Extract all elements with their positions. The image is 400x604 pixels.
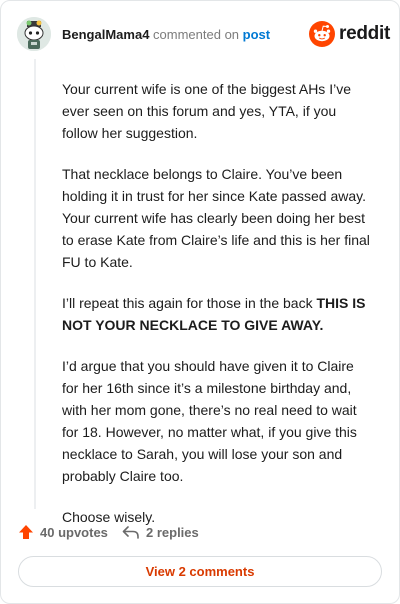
comment-paragraph: I’ll repeat this again for those in the … bbox=[62, 292, 374, 336]
comment-body: Your current wife is one of the biggest … bbox=[62, 78, 374, 547]
snoo-avatar-icon bbox=[17, 17, 51, 51]
view-comments-button[interactable]: View 2 comments bbox=[18, 556, 382, 587]
comment-text: I’ll repeat this again for those in the … bbox=[62, 295, 313, 311]
reddit-brand[interactable]: reddit bbox=[309, 21, 390, 47]
comment-paragraph: Your current wife is one of the biggest … bbox=[62, 81, 351, 141]
comment-header: BengalMama4 commented on post reddit bbox=[17, 17, 390, 51]
comment-card: BengalMama4 commented on post reddit You… bbox=[0, 0, 400, 604]
reply-arrow-icon bbox=[122, 526, 139, 539]
comment-action-text: commented on bbox=[153, 27, 240, 42]
upvote-button[interactable]: 40 upvotes bbox=[18, 521, 108, 543]
reddit-snoo-icon bbox=[309, 21, 335, 47]
comment-meta: BengalMama4 commented on post bbox=[62, 27, 270, 42]
thread-line[interactable] bbox=[34, 59, 36, 509]
comment-footer: 40 upvotes 2 replies bbox=[18, 521, 388, 543]
username[interactable]: BengalMama4 bbox=[62, 27, 149, 42]
comment-paragraph: I’d argue that you should have given it … bbox=[62, 358, 357, 484]
post-link[interactable]: post bbox=[243, 27, 270, 42]
upvote-count: 40 upvotes bbox=[40, 524, 108, 540]
reddit-wordmark: reddit bbox=[339, 23, 390, 44]
reply-count: 2 replies bbox=[146, 524, 199, 540]
avatar[interactable] bbox=[17, 17, 51, 51]
replies-button[interactable]: 2 replies bbox=[122, 521, 199, 543]
comment-paragraph: That necklace belongs to Claire. You’ve … bbox=[62, 166, 370, 270]
upvote-arrow-icon bbox=[19, 525, 33, 539]
